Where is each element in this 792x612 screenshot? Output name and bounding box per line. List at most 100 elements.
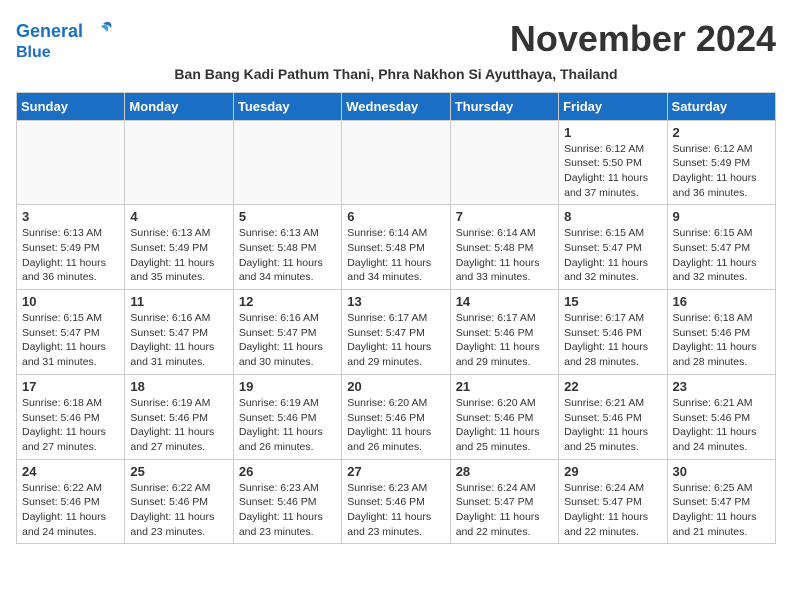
- day-number: 11: [130, 294, 227, 309]
- day-cell: 25 Sunrise: 6:22 AM Sunset: 5:46 PM Dayli…: [125, 459, 233, 544]
- day-cell: 20 Sunrise: 6:20 AM Sunset: 5:46 PM Dayli…: [342, 374, 450, 459]
- day-cell: 13 Sunrise: 6:17 AM Sunset: 5:47 PM Dayli…: [342, 290, 450, 375]
- day-info: Sunrise: 6:22 AM Sunset: 5:46 PM Dayligh…: [130, 481, 227, 540]
- day-cell: 16 Sunrise: 6:18 AM Sunset: 5:46 PM Dayli…: [667, 290, 775, 375]
- day-info: Sunrise: 6:17 AM Sunset: 5:47 PM Dayligh…: [347, 311, 444, 370]
- weekday-header-sunday: Sunday: [17, 92, 125, 120]
- day-cell: 6 Sunrise: 6:14 AM Sunset: 5:48 PM Daylig…: [342, 205, 450, 290]
- day-info: Sunrise: 6:24 AM Sunset: 5:47 PM Dayligh…: [456, 481, 553, 540]
- day-cell: 8Sunrise: 6:15 AM Sunset: 5:47 PM Daylig…: [559, 205, 667, 290]
- empty-day-cell: [125, 120, 233, 205]
- day-info: Sunrise: 6:12 AM Sunset: 5:49 PM Dayligh…: [673, 142, 770, 201]
- weekday-header-saturday: Saturday: [667, 92, 775, 120]
- day-number: 26: [239, 464, 336, 479]
- calendar-subtitle: Ban Bang Kadi Pathum Thani, Phra Nakhon …: [16, 66, 776, 82]
- day-cell: 30 Sunrise: 6:25 AM Sunset: 5:47 PM Dayli…: [667, 459, 775, 544]
- day-number: 14: [456, 294, 553, 309]
- day-cell: 2 Sunrise: 6:12 AM Sunset: 5:49 PM Daylig…: [667, 120, 775, 205]
- day-number: 4: [130, 209, 227, 224]
- logo: General Blue: [16, 16, 115, 62]
- logo-text-blue: Blue: [16, 44, 51, 62]
- page-header: General Blue November 2024: [16, 16, 776, 62]
- day-info: Sunrise: 6:17 AM Sunset: 5:46 PM Dayligh…: [564, 311, 661, 370]
- day-number: 20: [347, 379, 444, 394]
- day-cell: 11Sunrise: 6:16 AM Sunset: 5:47 PM Dayli…: [125, 290, 233, 375]
- weekday-header-tuesday: Tuesday: [233, 92, 341, 120]
- day-info: Sunrise: 6:18 AM Sunset: 5:46 PM Dayligh…: [22, 396, 119, 455]
- day-number: 21: [456, 379, 553, 394]
- day-cell: 22Sunrise: 6:21 AM Sunset: 5:46 PM Dayli…: [559, 374, 667, 459]
- day-cell: 12 Sunrise: 6:16 AM Sunset: 5:47 PM Dayli…: [233, 290, 341, 375]
- day-number: 22: [564, 379, 661, 394]
- day-number: 9: [673, 209, 770, 224]
- weekday-header-monday: Monday: [125, 92, 233, 120]
- day-number: 2: [673, 125, 770, 140]
- day-number: 27: [347, 464, 444, 479]
- day-cell: 21 Sunrise: 6:20 AM Sunset: 5:46 PM Dayli…: [450, 374, 558, 459]
- calendar-header: SundayMondayTuesdayWednesdayThursdayFrid…: [17, 92, 776, 120]
- weekday-header-row: SundayMondayTuesdayWednesdayThursdayFrid…: [17, 92, 776, 120]
- day-number: 16: [673, 294, 770, 309]
- day-cell: 10 Sunrise: 6:15 AM Sunset: 5:47 PM Dayli…: [17, 290, 125, 375]
- day-number: 10: [22, 294, 119, 309]
- day-number: 15: [564, 294, 661, 309]
- day-number: 25: [130, 464, 227, 479]
- day-info: Sunrise: 6:13 AM Sunset: 5:49 PM Dayligh…: [22, 226, 119, 285]
- weekday-header-friday: Friday: [559, 92, 667, 120]
- day-cell: 26 Sunrise: 6:23 AM Sunset: 5:46 PM Dayli…: [233, 459, 341, 544]
- day-cell: 19Sunrise: 6:19 AM Sunset: 5:46 PM Dayli…: [233, 374, 341, 459]
- day-info: Sunrise: 6:16 AM Sunset: 5:47 PM Dayligh…: [239, 311, 336, 370]
- empty-day-cell: [17, 120, 125, 205]
- calendar-week-row: 1Sunrise: 6:12 AM Sunset: 5:50 PM Daylig…: [17, 120, 776, 205]
- calendar-body: 1Sunrise: 6:12 AM Sunset: 5:50 PM Daylig…: [17, 120, 776, 544]
- day-cell: 5 Sunrise: 6:13 AM Sunset: 5:48 PM Daylig…: [233, 205, 341, 290]
- month-title: November 2024: [510, 18, 776, 60]
- day-number: 7: [456, 209, 553, 224]
- day-cell: 23 Sunrise: 6:21 AM Sunset: 5:46 PM Dayli…: [667, 374, 775, 459]
- day-number: 3: [22, 209, 119, 224]
- day-number: 6: [347, 209, 444, 224]
- day-number: 19: [239, 379, 336, 394]
- calendar-table: SundayMondayTuesdayWednesdayThursdayFrid…: [16, 92, 776, 545]
- day-number: 5: [239, 209, 336, 224]
- day-number: 28: [456, 464, 553, 479]
- day-number: 30: [673, 464, 770, 479]
- day-info: Sunrise: 6:24 AM Sunset: 5:47 PM Dayligh…: [564, 481, 661, 540]
- day-number: 1: [564, 125, 661, 140]
- calendar-week-row: 24Sunrise: 6:22 AM Sunset: 5:46 PM Dayli…: [17, 459, 776, 544]
- day-cell: 18Sunrise: 6:19 AM Sunset: 5:46 PM Dayli…: [125, 374, 233, 459]
- day-info: Sunrise: 6:13 AM Sunset: 5:48 PM Dayligh…: [239, 226, 336, 285]
- day-cell: 28 Sunrise: 6:24 AM Sunset: 5:47 PM Dayli…: [450, 459, 558, 544]
- day-info: Sunrise: 6:23 AM Sunset: 5:46 PM Dayligh…: [239, 481, 336, 540]
- day-info: Sunrise: 6:21 AM Sunset: 5:46 PM Dayligh…: [673, 396, 770, 455]
- calendar-week-row: 10 Sunrise: 6:15 AM Sunset: 5:47 PM Dayli…: [17, 290, 776, 375]
- calendar-week-row: 17Sunrise: 6:18 AM Sunset: 5:46 PM Dayli…: [17, 374, 776, 459]
- day-number: 13: [347, 294, 444, 309]
- day-number: 23: [673, 379, 770, 394]
- day-info: Sunrise: 6:15 AM Sunset: 5:47 PM Dayligh…: [673, 226, 770, 285]
- day-number: 29: [564, 464, 661, 479]
- weekday-header-thursday: Thursday: [450, 92, 558, 120]
- day-cell: 9 Sunrise: 6:15 AM Sunset: 5:47 PM Daylig…: [667, 205, 775, 290]
- day-cell: 24Sunrise: 6:22 AM Sunset: 5:46 PM Dayli…: [17, 459, 125, 544]
- day-info: Sunrise: 6:15 AM Sunset: 5:47 PM Dayligh…: [564, 226, 661, 285]
- day-info: Sunrise: 6:25 AM Sunset: 5:47 PM Dayligh…: [673, 481, 770, 540]
- day-number: 12: [239, 294, 336, 309]
- day-info: Sunrise: 6:20 AM Sunset: 5:46 PM Dayligh…: [456, 396, 553, 455]
- day-cell: 17Sunrise: 6:18 AM Sunset: 5:46 PM Dayli…: [17, 374, 125, 459]
- day-info: Sunrise: 6:14 AM Sunset: 5:48 PM Dayligh…: [456, 226, 553, 285]
- day-cell: 4Sunrise: 6:13 AM Sunset: 5:49 PM Daylig…: [125, 205, 233, 290]
- logo-bird-icon: [83, 16, 115, 48]
- day-cell: 14 Sunrise: 6:17 AM Sunset: 5:46 PM Dayli…: [450, 290, 558, 375]
- empty-day-cell: [342, 120, 450, 205]
- day-cell: 27Sunrise: 6:23 AM Sunset: 5:46 PM Dayli…: [342, 459, 450, 544]
- day-cell: 29 Sunrise: 6:24 AM Sunset: 5:47 PM Dayli…: [559, 459, 667, 544]
- day-info: Sunrise: 6:22 AM Sunset: 5:46 PM Dayligh…: [22, 481, 119, 540]
- day-info: Sunrise: 6:18 AM Sunset: 5:46 PM Dayligh…: [673, 311, 770, 370]
- day-info: Sunrise: 6:17 AM Sunset: 5:46 PM Dayligh…: [456, 311, 553, 370]
- day-info: Sunrise: 6:19 AM Sunset: 5:46 PM Dayligh…: [130, 396, 227, 455]
- day-info: Sunrise: 6:20 AM Sunset: 5:46 PM Dayligh…: [347, 396, 444, 455]
- day-cell: 3 Sunrise: 6:13 AM Sunset: 5:49 PM Daylig…: [17, 205, 125, 290]
- day-info: Sunrise: 6:14 AM Sunset: 5:48 PM Dayligh…: [347, 226, 444, 285]
- day-info: Sunrise: 6:15 AM Sunset: 5:47 PM Dayligh…: [22, 311, 119, 370]
